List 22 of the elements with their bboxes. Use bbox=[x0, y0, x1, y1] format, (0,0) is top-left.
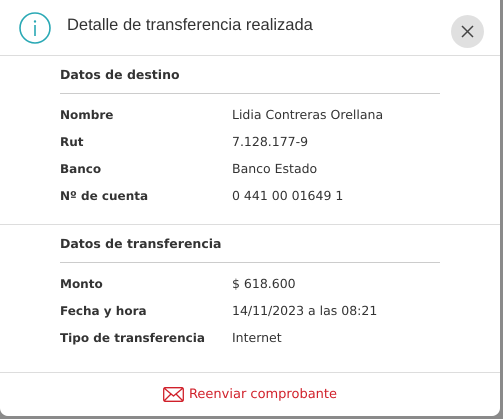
field-label: Rut bbox=[60, 134, 85, 152]
field-value: Internet bbox=[232, 328, 282, 347]
field-label: Tipo de transferencia bbox=[60, 330, 206, 347]
envelope-icon bbox=[162, 387, 184, 402]
resend-link[interactable]: Reenviar comprobante bbox=[156, 384, 343, 406]
close-button[interactable] bbox=[451, 15, 484, 48]
close-icon bbox=[461, 25, 474, 38]
field-value: 14/11/2023 a las 08:21 bbox=[232, 302, 378, 320]
dialog-title: Detalle de transferencia realizada bbox=[67, 15, 314, 36]
field-value: $ 618.600 bbox=[232, 274, 296, 293]
field-value: Lidia Contreras Orellana bbox=[232, 106, 384, 124]
section-title: Datos de destino bbox=[60, 64, 440, 94]
field-value: 0 441 00 01649 1 bbox=[232, 186, 344, 205]
field-value: 7.128.177-9 bbox=[232, 132, 308, 151]
field-value: Banco Estado bbox=[232, 160, 318, 178]
info-icon bbox=[19, 12, 51, 44]
section-title: Datos de transferencia bbox=[60, 232, 440, 262]
field-label: Monto bbox=[60, 276, 104, 293]
field-label: Nombre bbox=[60, 107, 114, 124]
field-label: Banco bbox=[60, 161, 102, 178]
field-label: Fecha y hora bbox=[60, 303, 148, 320]
field-label: Nº de cuenta bbox=[60, 188, 150, 206]
